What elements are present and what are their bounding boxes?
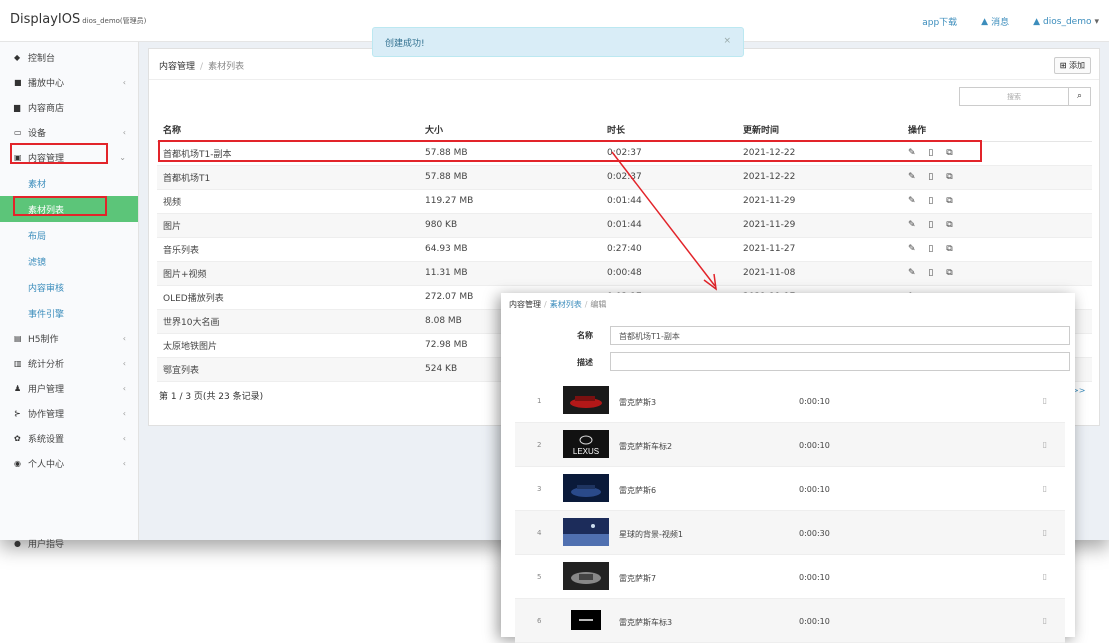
playlist-item[interactable]: 4 星球的背景-视频1 0:00:30 ▯ — [515, 511, 1065, 555]
item-duration: 0:00:10 — [799, 617, 830, 626]
trash-icon[interactable]: ▯ — [1043, 528, 1047, 537]
item-name: 星球的背景-视频1 — [619, 530, 683, 539]
item-duration: 0:00:10 — [799, 573, 830, 582]
item-name: 雷克萨斯3 — [619, 398, 657, 407]
playlist-items: 1 雷克萨斯3 0:00:10 ▯ 2 LEXUS 雷克萨斯车标2 0:00:10 ▯ 3 雷克萨斯… — [515, 379, 1065, 643]
trash-icon[interactable]: ▯ — [1043, 396, 1047, 405]
item-thumbnail — [563, 518, 609, 546]
item-thumbnail — [563, 474, 609, 502]
playlist-item[interactable]: 6 雷克萨斯车标3 0:00:10 ▯ — [515, 599, 1065, 643]
item-index: 4 — [537, 529, 542, 537]
edit-popup: 内容管理 / 素材列表 / 编辑 名称 首都机场T1-副本 描述 1 雷克萨斯3 0:00:… — [501, 293, 1075, 643]
playlist-item[interactable]: 3 雷克萨斯6 0:00:10 ▯ — [515, 467, 1065, 511]
item-name: 雷克萨斯车标2 — [619, 442, 673, 451]
trash-icon[interactable]: ▯ — [1043, 572, 1047, 581]
trash-icon[interactable]: ▯ — [1043, 484, 1047, 493]
item-duration: 0:00:10 — [799, 397, 830, 406]
item-index: 6 — [537, 617, 542, 625]
item-thumbnail: LEXUS — [563, 430, 609, 458]
item-thumbnail — [563, 606, 609, 634]
name-field[interactable]: 首都机场T1-副本 — [610, 326, 1070, 345]
item-duration: 0:00:10 — [799, 441, 830, 450]
item-name: 雷克萨斯6 — [619, 486, 657, 495]
lexus-logo-text: LEXUS — [573, 447, 599, 456]
name-label: 名称 — [577, 331, 593, 340]
item-thumbnail — [563, 386, 609, 414]
desc-field[interactable] — [610, 352, 1070, 371]
item-duration: 0:00:30 — [799, 529, 830, 538]
trash-icon[interactable]: ▯ — [1043, 616, 1047, 625]
popup-breadcrumb-list[interactable]: 素材列表 — [550, 300, 582, 309]
popup-breadcrumb-root[interactable]: 内容管理 — [509, 300, 541, 309]
item-index: 2 — [537, 441, 542, 449]
playlist-item[interactable]: 5 雷克萨斯7 0:00:10 ▯ — [515, 555, 1065, 599]
item-duration: 0:00:10 — [799, 485, 830, 494]
item-index: 5 — [537, 573, 542, 581]
playlist-item[interactable]: 1 雷克萨斯3 0:00:10 ▯ — [515, 379, 1065, 423]
item-name: 雷克萨斯7 — [619, 574, 657, 583]
item-index: 3 — [537, 485, 542, 493]
item-name: 雷克萨斯车标3 — [619, 618, 673, 627]
playlist-item[interactable]: 2 LEXUS 雷克萨斯车标2 0:00:10 ▯ — [515, 423, 1065, 467]
desc-label: 描述 — [577, 358, 593, 367]
popup-breadcrumb: 内容管理 / 素材列表 / 编辑 — [509, 300, 607, 309]
item-index: 1 — [537, 397, 542, 405]
item-thumbnail — [563, 562, 609, 590]
trash-icon[interactable]: ▯ — [1043, 440, 1047, 449]
popup-breadcrumb-current: 编辑 — [590, 300, 607, 309]
